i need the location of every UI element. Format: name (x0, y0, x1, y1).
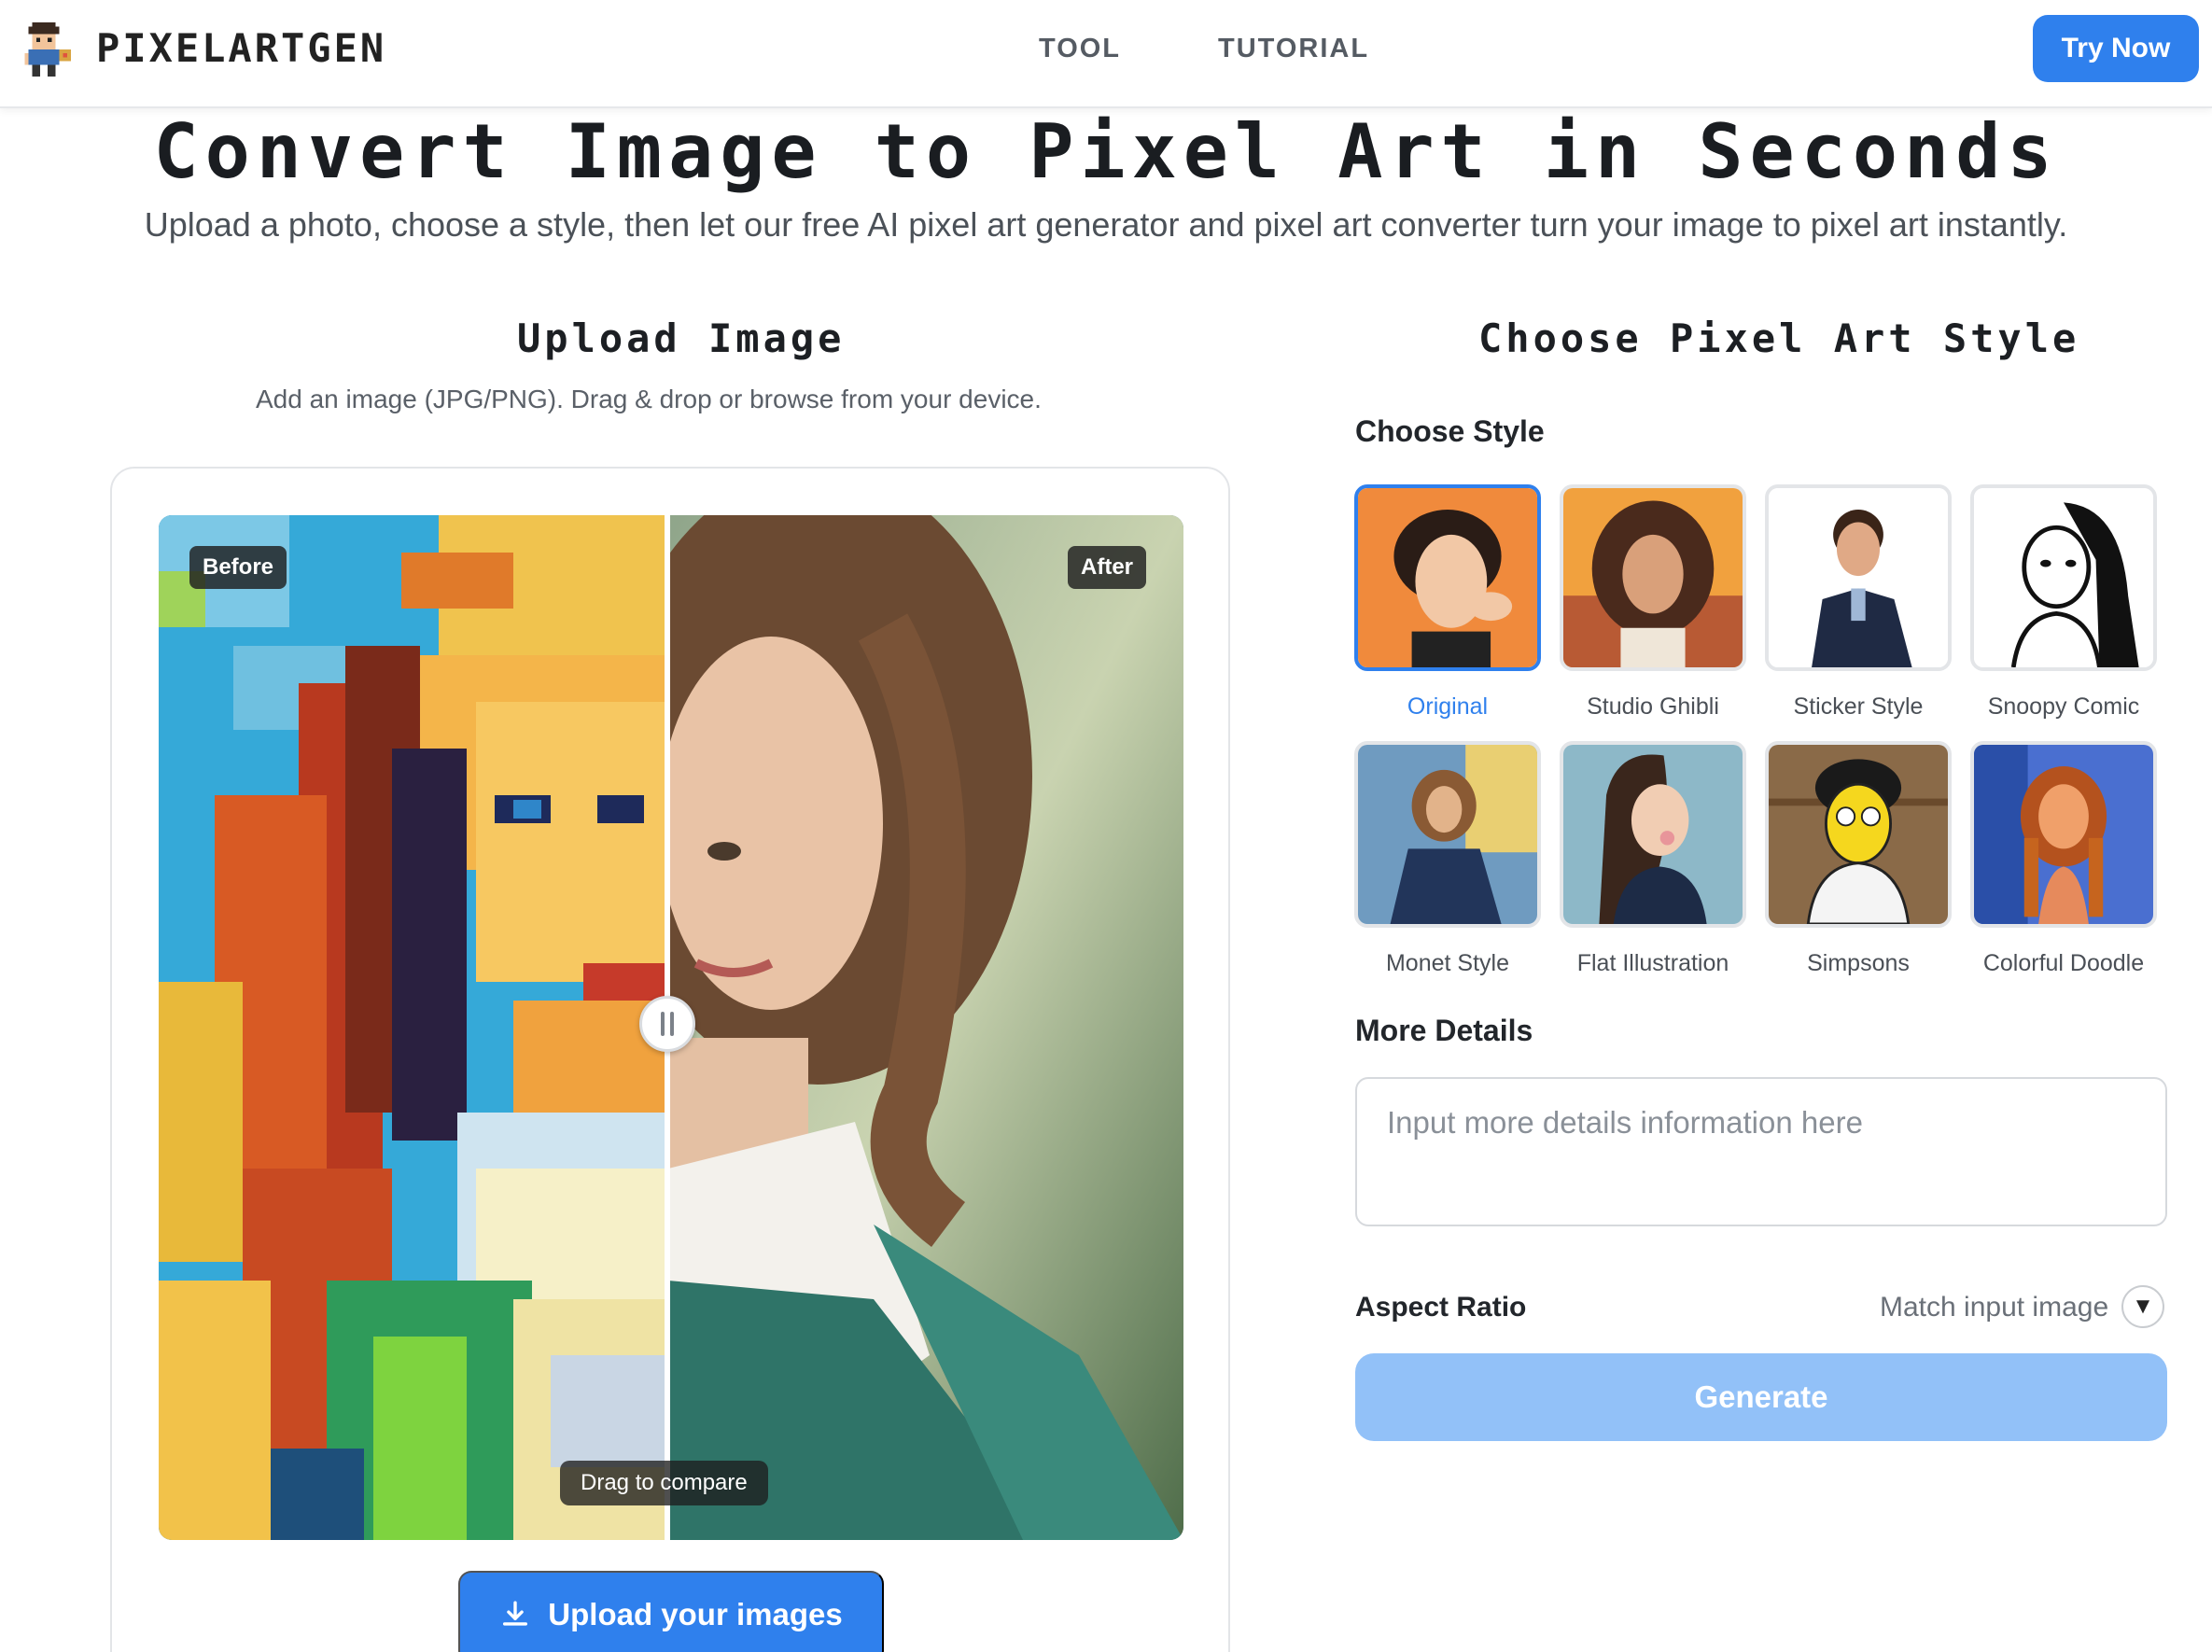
generate-button[interactable]: Generate (1355, 1353, 2167, 1441)
studio-ghibli-style-thumbnail (1563, 488, 1743, 667)
more-details-label: More Details (1355, 1014, 1533, 1047)
style-label-studio-ghibli: Studio Ghibli (1587, 693, 1719, 720)
style-option-simpsons[interactable]: Simpsons (1765, 741, 1952, 977)
nav-tutorial[interactable]: TUTORIAL (1218, 34, 1369, 64)
download-icon (503, 1601, 528, 1626)
aspect-ratio-value[interactable]: Match input image (1880, 1292, 2108, 1323)
top-navbar: PIXELARTGEN TOOL TUTORIAL Try Now (0, 0, 2212, 108)
pixel-avatar-logo-icon[interactable] (13, 19, 75, 80)
try-now-button[interactable]: Try Now (2033, 15, 2199, 82)
style-section-title: Choose Pixel Art Style (1478, 315, 2080, 361)
sticker-style-thumbnail (1769, 488, 1948, 667)
style-label-original: Original (1407, 693, 1489, 720)
style-label-simpsons: Simpsons (1807, 950, 1910, 976)
style-label-sticker-style: Sticker Style (1793, 693, 1924, 720)
flat-illustration-style-thumbnail (1563, 745, 1743, 924)
style-option-sticker-style[interactable]: Sticker Style (1765, 484, 1952, 721)
chevron-down-icon[interactable]: ▼ (2121, 1285, 2164, 1328)
monet-style-thumbnail (1358, 745, 1537, 924)
style-option-original[interactable]: Original (1354, 484, 1541, 721)
upload-button-label: Upload your images (548, 1597, 843, 1631)
upload-description: Add an image (JPG/PNG). Drag & drop or b… (256, 385, 1042, 413)
style-option-monet-style[interactable]: Monet Style (1354, 741, 1541, 977)
style-option-flat-illustration[interactable]: Flat Illustration (1560, 741, 1746, 977)
page-title: Convert Image to Pixel Art in Seconds (153, 108, 2059, 195)
drag-to-compare-hint: Drag to compare (560, 1461, 768, 1505)
style-label-colorful-doodle: Colorful Doodle (1982, 950, 2145, 976)
after-photo-image (668, 515, 1183, 1540)
before-after-compare-slider[interactable] (159, 515, 1183, 1540)
before-pixel-image (159, 515, 668, 1540)
before-badge: Before (189, 546, 287, 589)
style-label-snoopy-comic: Snoopy Comic (1987, 693, 2140, 720)
choose-style-label: Choose Style (1355, 414, 1545, 448)
compare-handle-icon[interactable] (639, 996, 695, 1052)
aspect-ratio-label: Aspect Ratio (1355, 1292, 1527, 1323)
more-details-input[interactable] (1355, 1077, 2167, 1226)
upload-section-title: Upload Image (517, 315, 846, 361)
colorful-doodle-style-thumbnail (1974, 745, 2153, 924)
style-option-studio-ghibli[interactable]: Studio Ghibli (1560, 484, 1746, 721)
page-subtitle: Upload a photo, choose a style, then let… (144, 205, 2068, 244)
style-option-colorful-doodle[interactable]: Colorful Doodle (1970, 741, 2157, 977)
style-label-flat-illustration: Flat Illustration (1576, 950, 1729, 976)
simpsons-style-thumbnail (1769, 745, 1948, 924)
style-label-monet-style: Monet Style (1385, 950, 1509, 976)
upload-images-button[interactable]: Upload your images (458, 1571, 884, 1652)
brand-name[interactable]: PIXELARTGEN (96, 25, 386, 71)
after-badge: After (1068, 546, 1147, 589)
snoopy-comic-style-thumbnail (1974, 488, 2153, 667)
nav-tool[interactable]: TOOL (1039, 34, 1121, 64)
style-option-snoopy-comic[interactable]: Snoopy Comic (1970, 484, 2157, 721)
original-style-thumbnail (1358, 488, 1537, 667)
